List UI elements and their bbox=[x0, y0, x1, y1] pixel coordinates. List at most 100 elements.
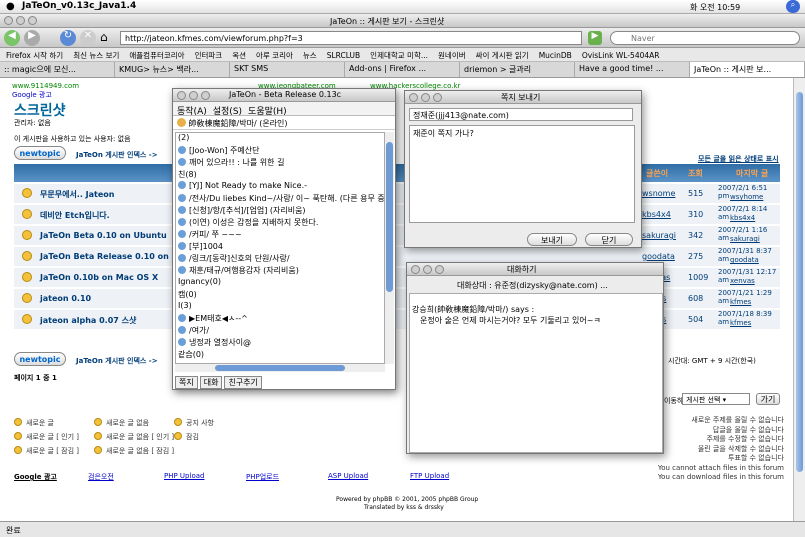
jateon-menu-item[interactable]: 설정(S) bbox=[213, 107, 242, 117]
bookmark-item[interactable]: 애플컴퓨터코리아 bbox=[129, 51, 184, 60]
stop-icon[interactable]: ✕ bbox=[80, 30, 96, 46]
newtopic-button[interactable]: newtopic bbox=[14, 146, 66, 160]
topic-row[interactable]: JaTeOn 0.10b on Mac OS Xxenvas10092007/1… bbox=[14, 268, 780, 288]
bookmark-item[interactable]: OvisLink WL-5404AR bbox=[582, 51, 660, 60]
buddy-item[interactable]: /링크/[동락]신호의 단원/사랑/ bbox=[176, 253, 384, 265]
topic-row[interactable]: JaTeOn Beta 0.10 on Ubuntu sakuragi 342 200… bbox=[14, 226, 780, 246]
jateon-tab[interactable]: 대화 bbox=[199, 376, 223, 389]
mark-read-link[interactable]: 모든 글을 읽은 상태로 표시 bbox=[698, 154, 779, 164]
bookmark-item[interactable]: 아루 코리아 bbox=[256, 51, 293, 60]
footer-link[interactable]: PHP Upload bbox=[164, 472, 204, 480]
close-window-icon[interactable] bbox=[4, 16, 13, 25]
apple-icon[interactable]: ● bbox=[6, 1, 15, 12]
buddy-item[interactable]: 캠(0) bbox=[176, 289, 384, 301]
browser-tab[interactable]: Add-ons | Firefox ... bbox=[345, 62, 460, 77]
buddy-item[interactable]: 깨어 있으라!! : 나를 위한 길 bbox=[176, 157, 384, 169]
topic-last-user[interactable]: wsyhome bbox=[730, 193, 763, 201]
buddy-item[interactable]: [신청]/항/[추석]/[업업] (자리비움) bbox=[176, 205, 384, 217]
reload-icon[interactable]: ↻ bbox=[60, 30, 76, 46]
hscroll-thumb[interactable] bbox=[215, 365, 345, 371]
buddy-item[interactable]: 재훈/태규/여행용감자 (자리비움) bbox=[176, 265, 384, 277]
buddy-item[interactable]: 친(8) bbox=[176, 169, 384, 181]
go-icon[interactable]: ▶ bbox=[588, 31, 602, 45]
chat-min-icon[interactable] bbox=[423, 265, 432, 274]
scroll-thumb[interactable] bbox=[796, 92, 803, 472]
bookmark-item[interactable]: MucinDB bbox=[539, 51, 572, 60]
topic-title[interactable]: JaTeOn 0.10b on Mac OS X bbox=[40, 273, 158, 282]
browser-tab[interactable]: SKT SMS bbox=[230, 62, 345, 77]
page-scrollbar[interactable] bbox=[793, 78, 805, 521]
bookmark-item[interactable]: 뉴스 bbox=[303, 51, 317, 60]
buddy-item[interactable]: (2) bbox=[176, 133, 384, 145]
footer-link[interactable]: FTP Upload bbox=[410, 472, 449, 480]
topic-title[interactable]: 데비안 Etch입니다. bbox=[40, 211, 110, 220]
topic-author[interactable]: kbs4x4 bbox=[642, 210, 671, 219]
browser-tab[interactable]: Have a good time! ... bbox=[575, 62, 690, 77]
topic-last-user[interactable]: goodata bbox=[730, 256, 759, 264]
jateon-hscroll[interactable] bbox=[175, 364, 385, 372]
topic-title[interactable]: jateon 0.10 bbox=[40, 294, 91, 303]
jateon-tab[interactable]: 친구추기 bbox=[224, 376, 262, 389]
note-min-icon[interactable] bbox=[421, 93, 430, 102]
topic-author[interactable]: sakuragi bbox=[642, 231, 676, 240]
home-icon[interactable]: ⌂ bbox=[100, 30, 108, 44]
buddy-item[interactable]: 냉정과 열정사이@ bbox=[176, 337, 384, 349]
back-icon[interactable]: ◀ bbox=[4, 30, 20, 46]
buddy-list[interactable]: (2) [Joo-Won] 주예산단 깨어 있으라!! : 나를 위한 길 친(8) [… bbox=[175, 132, 385, 364]
topic-author[interactable]: wsnome bbox=[642, 189, 675, 198]
go-button[interactable]: 가기 bbox=[756, 393, 780, 405]
bookmark-item[interactable]: 원네이버 bbox=[438, 51, 466, 60]
jateon-menu-item[interactable]: 동작(A) bbox=[177, 107, 207, 117]
topic-last-user[interactable]: kfmes bbox=[730, 319, 751, 327]
jateon-me[interactable]: 帥敎棟魔鉛障/박마/ (온라인) bbox=[173, 116, 395, 130]
note-recipient[interactable]: 정재준(jjj413@nate.com) bbox=[409, 108, 633, 121]
topic-last-user[interactable]: kbs4x4 bbox=[730, 214, 755, 222]
buddy-item[interactable]: [부]1004 bbox=[176, 241, 384, 253]
buddy-item[interactable]: ▶EM태호◀ㅅ--^ bbox=[176, 313, 384, 325]
buddy-scrollbar[interactable] bbox=[385, 132, 394, 364]
note-zoom-icon[interactable] bbox=[433, 93, 442, 102]
chat-close-icon[interactable] bbox=[411, 265, 420, 274]
topic-last-user[interactable]: kfmes bbox=[730, 298, 751, 306]
google-ad-label[interactable]: Google 광고 bbox=[12, 90, 52, 100]
buddy-item[interactable]: /전사/Du liebes Kind~/사랑/ 이~ 푹탄해. (다른 용무 중… bbox=[176, 193, 384, 205]
note-body[interactable]: 재준이 쪽지 가나? bbox=[409, 125, 635, 223]
topic-author[interactable]: goodata bbox=[642, 252, 675, 261]
buddy-scroll-thumb[interactable] bbox=[386, 142, 393, 292]
note-close-button[interactable]: 닫기 bbox=[585, 233, 633, 246]
buddy-item[interactable]: /여가/ bbox=[176, 325, 384, 337]
bookmark-item[interactable]: 인제대학교 미학... bbox=[370, 51, 428, 60]
buddy-item[interactable]: I(3) bbox=[176, 301, 384, 313]
topic-last-user[interactable]: sakuragi bbox=[730, 235, 760, 243]
bookmark-item[interactable]: 최신 뉴스 보기 bbox=[73, 51, 119, 60]
jateon-min-icon[interactable] bbox=[189, 91, 198, 100]
topic-title[interactable]: 무문무에서.. Jateon bbox=[40, 190, 114, 199]
topic-row[interactable]: jateon 0.10kfmes6082007/1/21 1:29 amkfme… bbox=[14, 289, 780, 309]
bookmark-item[interactable]: 인터파크 bbox=[195, 51, 223, 60]
footer-link[interactable]: ASP Upload bbox=[328, 472, 368, 480]
topic-row[interactable]: 데비안 Etch입니다. kbs4x4 310 2007/2/1 8:14 am kbs… bbox=[14, 205, 780, 225]
topic-last-user[interactable]: xenvas bbox=[730, 277, 755, 285]
chat-zoom-icon[interactable] bbox=[435, 265, 444, 274]
forum-select[interactable]: 게시판 선택 ▾ bbox=[682, 393, 750, 405]
zoom-window-icon[interactable] bbox=[28, 16, 37, 25]
topic-title[interactable]: JaTeOn Beta 0.10 on Ubuntu bbox=[40, 231, 167, 240]
buddy-item[interactable]: (이연) 이성은 감정을 지배하지 못한다. bbox=[176, 217, 384, 229]
note-send-button[interactable]: 보내기 bbox=[527, 233, 577, 246]
clock[interactable]: 화 오전 10:59 bbox=[690, 2, 740, 13]
bookmark-item[interactable]: 옥션 bbox=[232, 51, 246, 60]
footer-link[interactable]: PHP업로드 bbox=[246, 472, 279, 482]
buddy-item[interactable]: /커피/ 쭈 ~~~ bbox=[176, 229, 384, 241]
url-bar[interactable]: http://jateon.kfmes.com/viewforum.php?f=… bbox=[120, 31, 582, 45]
note-close-icon[interactable] bbox=[409, 93, 418, 102]
buddy-item[interactable]: Ignancy(0) bbox=[176, 277, 384, 289]
spotlight-icon[interactable]: ⌕ bbox=[786, 0, 800, 13]
breadcrumb-bottom[interactable]: JaTeOn 게시판 인덱스 -> bbox=[76, 356, 158, 366]
topic-row[interactable]: jateon alpha 0.07 스샷kfmes5042007/1/18 8:… bbox=[14, 310, 780, 330]
jateon-zoom-icon[interactable] bbox=[201, 91, 210, 100]
bookmark-item[interactable]: Firefox 시작 하기 bbox=[6, 51, 63, 60]
app-name[interactable]: JaTeOn_v0.13c_Java1.4 bbox=[22, 1, 136, 11]
jateon-tab[interactable]: 쪽지 bbox=[175, 376, 198, 389]
ad-link-left[interactable]: www.9114949.com bbox=[12, 82, 79, 90]
browser-tab[interactable]: :: magic으에 모신... bbox=[0, 62, 115, 77]
